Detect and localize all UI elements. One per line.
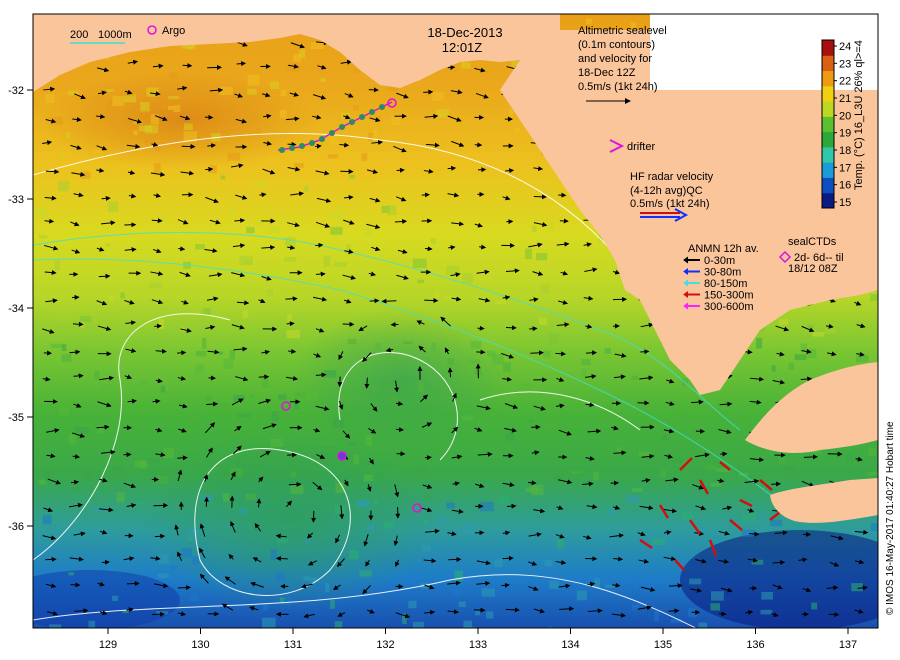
colorbar-segment	[822, 131, 834, 148]
y-tick-label: -33	[8, 194, 24, 206]
svg-text:(4-12h avg)QC: (4-12h avg)QC	[630, 185, 703, 197]
colorbar-tick-label: 17	[839, 162, 851, 174]
x-tick-label: 130	[191, 639, 209, 651]
y-tick-label: -32	[8, 85, 24, 97]
colorbar-segment	[822, 192, 834, 209]
sealctd-legend: sealCTDs 2d- 6d-- til 18/12 08Z	[778, 236, 844, 275]
svg-text:and velocity for: and velocity for	[578, 53, 652, 65]
svg-text:0.5m/s (1kt 24h): 0.5m/s (1kt 24h)	[630, 198, 709, 210]
anmn-title: ANMN 12h av.	[688, 243, 759, 255]
svg-text:18-Dec 12Z: 18-Dec 12Z	[578, 67, 636, 79]
anmn-legend-label: 150-300m	[704, 290, 754, 302]
svg-text:sealCTDs: sealCTDs	[788, 236, 837, 248]
x-tick-label: 131	[284, 639, 302, 651]
colorbar-tick-label: 18	[839, 145, 851, 157]
anmn-legend-label: 300-600m	[704, 301, 754, 313]
contour-legend-200: 200	[70, 29, 88, 41]
anmn-legend-label: 0-30m	[704, 255, 735, 267]
colorbar-tick-label: 15	[839, 197, 851, 209]
x-tick-label: 134	[561, 639, 579, 651]
colorbar-segment	[822, 162, 834, 178]
drifter-legend-label: drifter	[627, 141, 655, 153]
credit-text: © IMOS 16-May-2017 01:40:27 Hobart time	[885, 421, 896, 615]
colorbar-segment	[822, 146, 834, 163]
colorbar-tick-label: 22	[839, 76, 851, 88]
argo-legend-label: Argo	[162, 25, 185, 37]
colorbar-segment	[822, 85, 834, 102]
colorbar-tick-label: 16	[839, 180, 851, 192]
hf-radar-legend: HF radar velocity (4-12h avg)QC 0.5m/s (…	[630, 171, 714, 210]
x-tick-label: 137	[839, 639, 857, 651]
svg-text:HF radar velocity: HF radar velocity	[630, 171, 714, 183]
colorbar-segment	[822, 40, 834, 56]
colorbar-tick-label: 20	[839, 110, 851, 122]
colorbar-tick-label: 24	[839, 41, 851, 53]
colorbar-tick-label: 19	[839, 128, 851, 140]
x-tick-label: 132	[376, 639, 394, 651]
colorbar-tick-label: 21	[839, 93, 851, 105]
anmn-legend-label: 30-80m	[704, 267, 741, 279]
svg-text:Altimetric sealevel: Altimetric sealevel	[578, 25, 667, 37]
colorbar-segment	[822, 101, 834, 117]
eddy-patch	[140, 430, 440, 610]
x-tick-label: 133	[469, 639, 487, 651]
svg-text:18/12 08Z: 18/12 08Z	[788, 263, 838, 275]
colorbar-segment	[822, 55, 834, 72]
svg-text:0.5m/s (1kt 24h): 0.5m/s (1kt 24h)	[578, 81, 657, 93]
colorbar-label: Temp. (°C) 16_L3U 26% ql>=4	[853, 40, 865, 190]
y-tick-label: -34	[8, 303, 24, 315]
y-axis: -32 -33 -34 -35 -36	[8, 85, 33, 533]
anmn-legend-label: 80-150m	[704, 278, 747, 290]
x-tick-label: 129	[99, 639, 117, 651]
y-tick-label: -36	[8, 521, 24, 533]
colorbar-segment	[822, 116, 834, 133]
map-date: 18-Dec-2013	[427, 25, 502, 40]
contour-legend-1000: 1000m	[98, 29, 132, 41]
y-tick-label: -35	[8, 412, 24, 424]
map-figure: 129 130 131 132 133 134 135 136 137 -32 -33 -34 -35…	[8, 13, 896, 651]
x-tick-label: 136	[746, 639, 764, 651]
colorbar-segment	[822, 70, 834, 87]
colorbar-tick-label: 23	[839, 58, 851, 70]
svg-text:(0.1m contours): (0.1m contours)	[578, 39, 655, 51]
map-time: 12:01Z	[442, 40, 483, 55]
x-tick-label: 135	[654, 639, 672, 651]
colorbar-segment	[822, 177, 834, 194]
x-axis: 129 130 131 132 133 134 135 136 137	[99, 628, 857, 651]
